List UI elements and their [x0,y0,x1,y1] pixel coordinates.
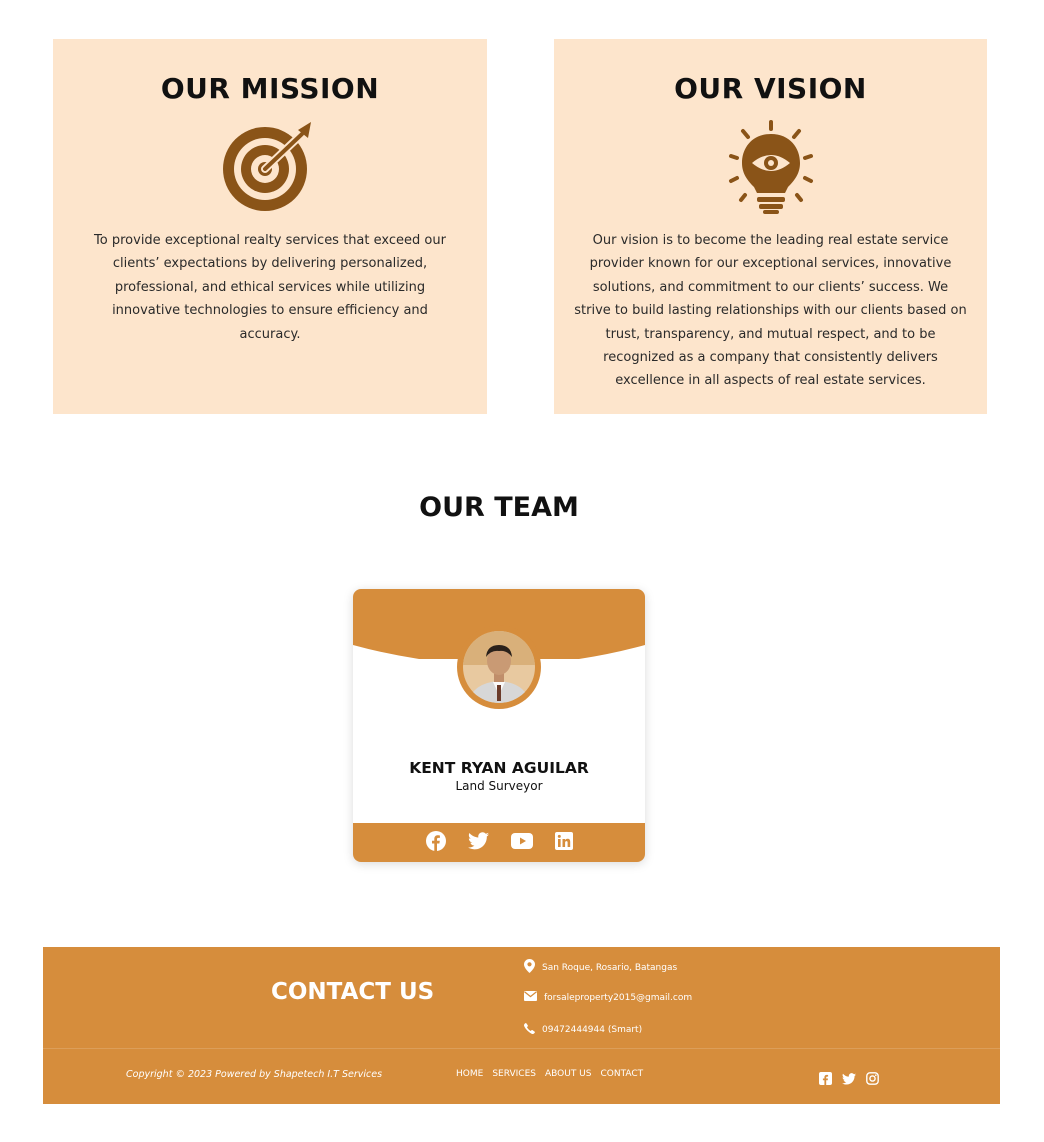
location-pin-icon [524,959,535,976]
avatar [457,625,541,709]
phone-row[interactable]: 09472444944 (Smart) [524,1023,642,1037]
phone-text[interactable]: 09472444944 (Smart) [542,1025,642,1035]
twitter-icon[interactable] [467,831,489,854]
nav-about-us-link[interactable]: ABOUT US [545,1069,592,1079]
mission-card: OUR MISSION To provide exceptional realt… [53,39,487,414]
phone-icon [524,1023,535,1037]
envelope-icon [524,991,537,1004]
member-role: Land Surveyor [455,779,543,793]
lightbulb-eye-icon [574,120,967,215]
footer-social [819,1070,879,1089]
email-text[interactable]: forsaleproperty2015@gmail.com [544,993,692,1003]
nav-home-link[interactable]: HOME [456,1069,483,1079]
team-title: OUR TEAM [419,492,579,523]
facebook-icon[interactable] [425,830,446,855]
linkedin-icon[interactable] [554,831,573,854]
member-social-bar [353,823,645,862]
footer-nav: HOME SERVICES ABOUT US CONTACT [456,1069,643,1079]
vision-text: Our vision is to become the leading real… [574,233,967,389]
contact-title: CONTACT US [271,979,435,1005]
copyright-text: Copyright © 2023 Powered by Shapetech I.… [126,1069,383,1080]
facebook-square-icon[interactable] [819,1070,832,1089]
vision-card: OUR VISION Our vision is to become the l… [554,39,987,414]
footer: CONTACT US San Roque, Rosario, Batangas … [43,947,1000,1104]
instagram-icon[interactable] [866,1070,879,1089]
youtube-icon[interactable] [510,832,533,853]
twitter-icon[interactable] [842,1070,856,1089]
vision-title: OUR VISION [674,72,867,105]
address-row: San Roque, Rosario, Batangas [524,959,677,976]
team-member-card: KENT RYAN AGUILAR Land Surveyor [353,589,645,862]
email-row[interactable]: forsaleproperty2015@gmail.com [524,991,692,1004]
address-text: San Roque, Rosario, Batangas [542,962,678,973]
target-icon [87,120,453,215]
member-name: KENT RYAN AGUILAR [409,759,589,777]
footer-divider [43,1048,1000,1049]
mission-title: OUR MISSION [160,72,380,105]
nav-services-link[interactable]: SERVICES [492,1069,536,1079]
mission-text: To provide exceptional realty services t… [94,233,446,342]
nav-contact-link[interactable]: CONTACT [600,1069,643,1079]
